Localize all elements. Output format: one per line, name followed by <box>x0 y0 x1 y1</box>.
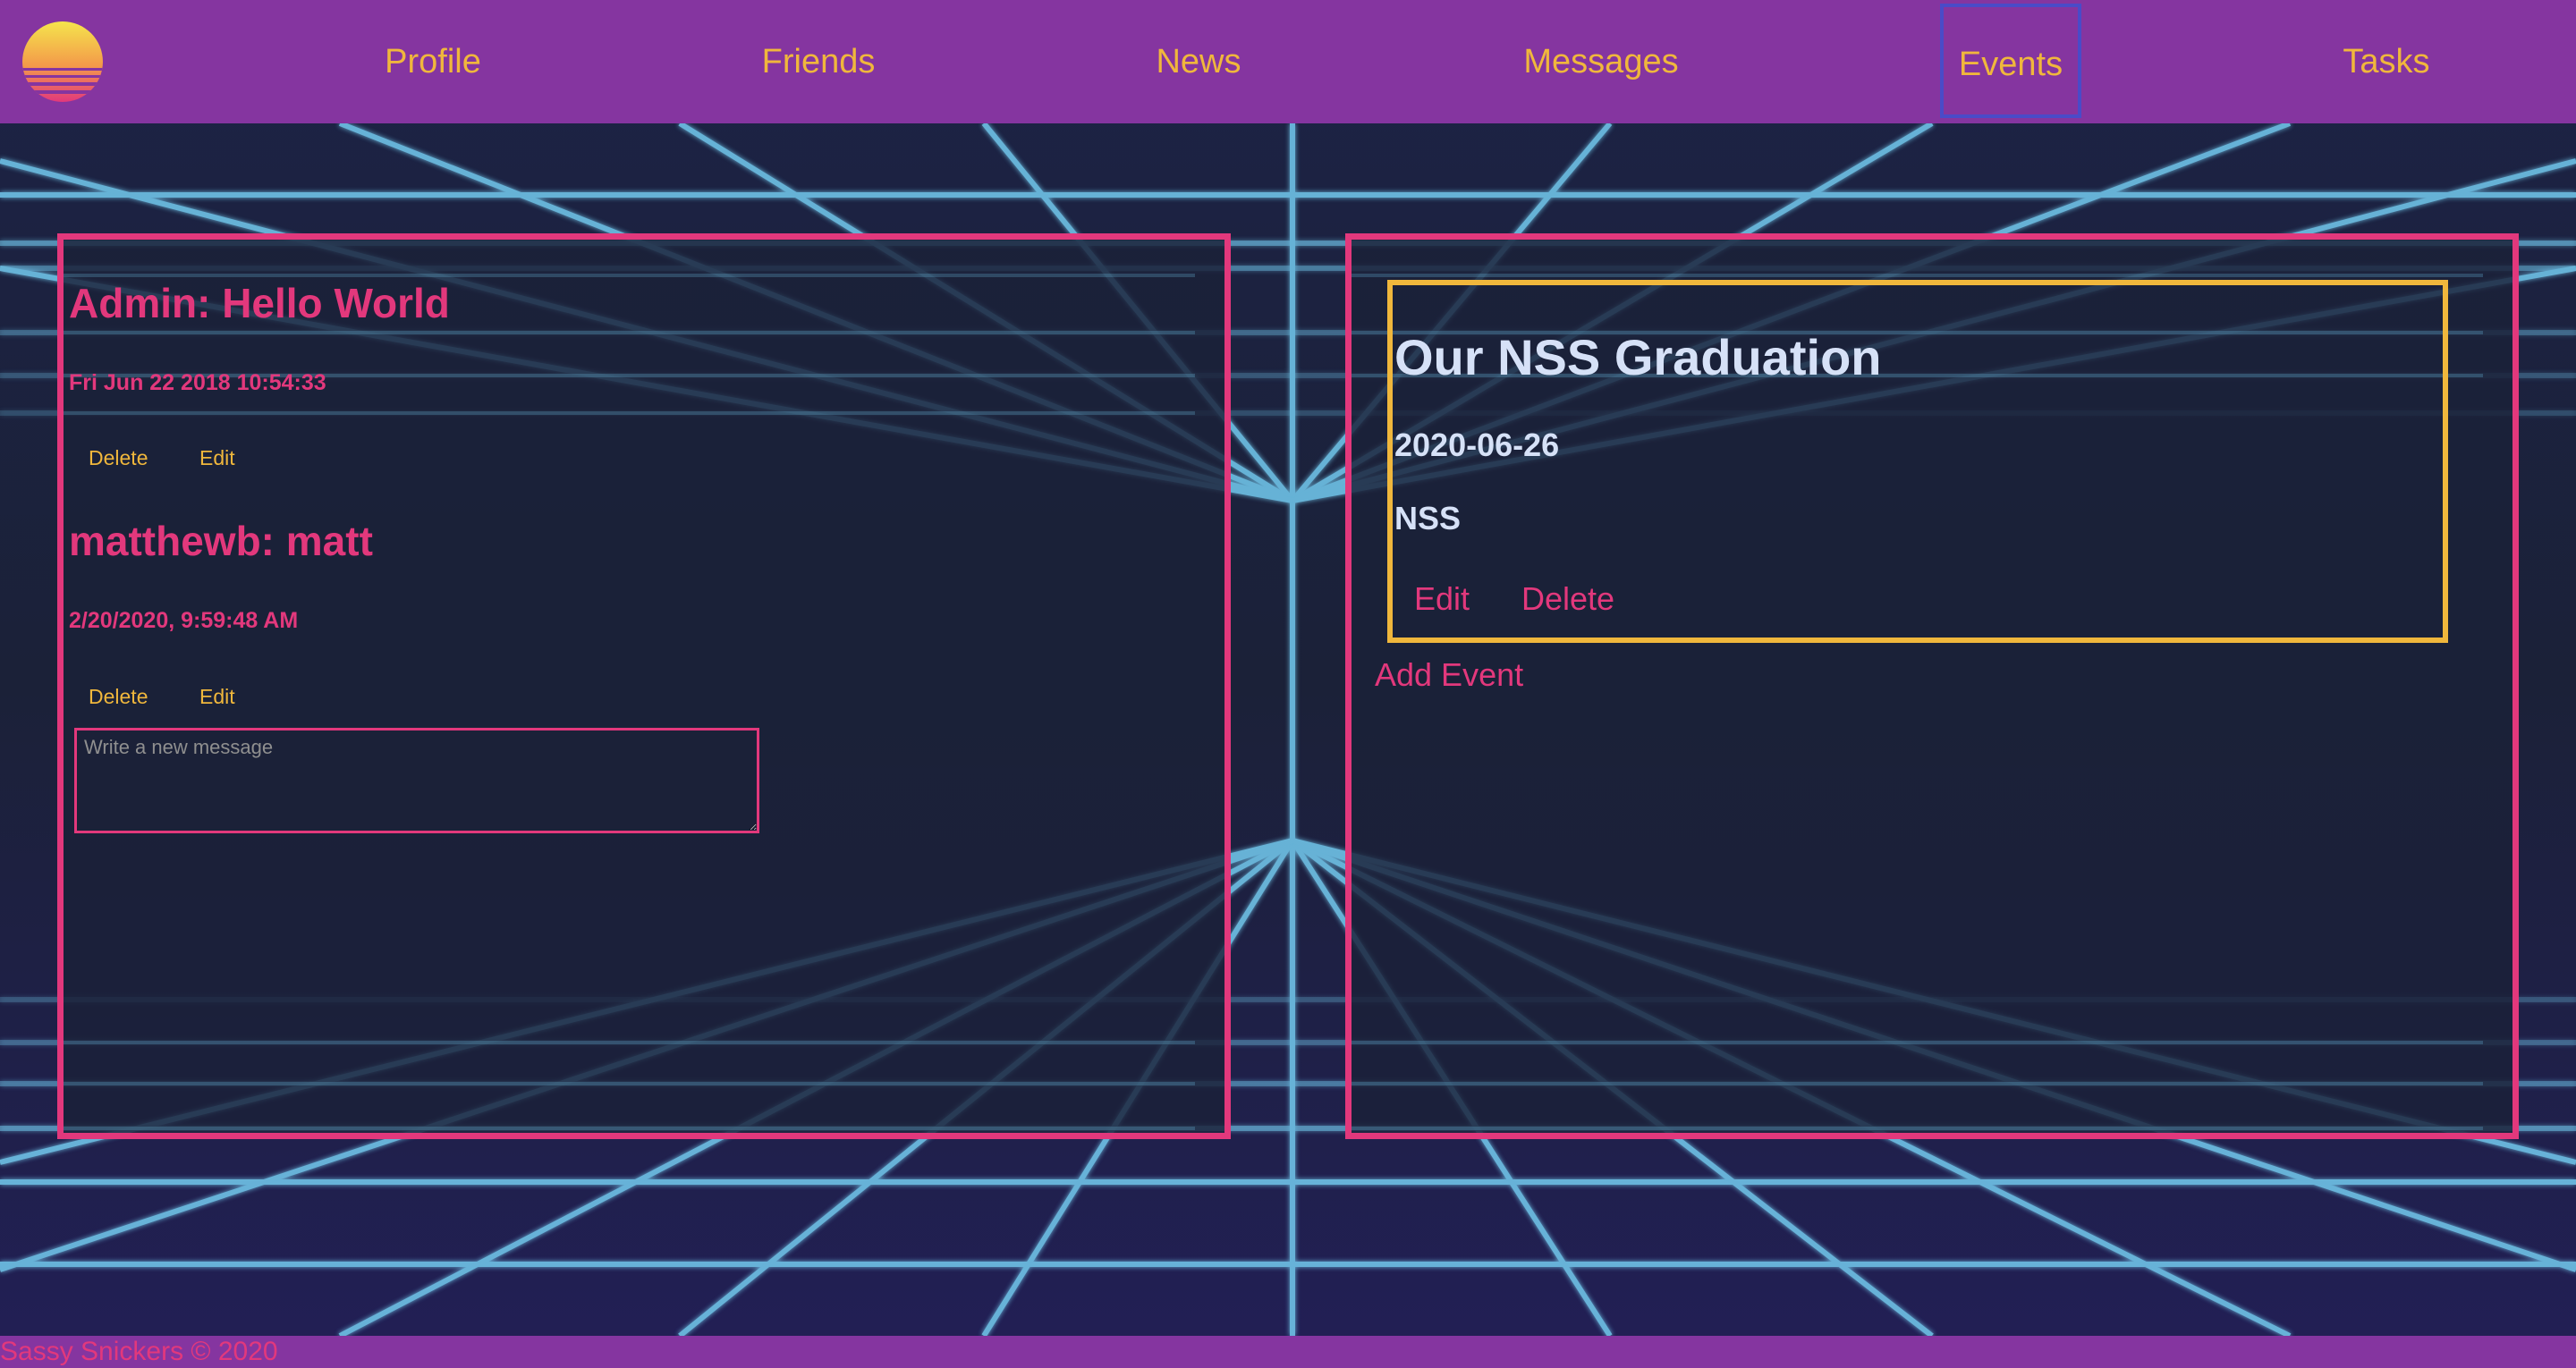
sunset-logo-icon[interactable] <box>20 21 106 102</box>
nav-item-friends[interactable]: Friends <box>742 0 894 123</box>
nav-item-events[interactable]: Events <box>1940 4 2081 118</box>
nav-item-messages[interactable]: Messages <box>1503 0 1699 123</box>
event-date: 2020-06-26 <box>1394 426 1560 463</box>
message-date: 2/20/2020, 9:59:48 AM <box>69 608 299 633</box>
event-location: NSS <box>1394 500 1462 536</box>
nav-item-tasks[interactable]: Tasks <box>2326 0 2447 123</box>
messages-panel: Admin: Hello World Fri Jun 22 2018 10:54… <box>57 233 1231 1139</box>
delete-message-button[interactable]: Delete <box>89 685 148 709</box>
delete-message-button[interactable]: Delete <box>89 446 148 470</box>
message-date: Fri Jun 22 2018 10:54:33 <box>69 370 326 395</box>
event-card: Our NSS Graduation 2020-06-26 NSS Edit D… <box>1387 280 2448 643</box>
edit-message-button[interactable]: Edit <box>199 446 235 470</box>
message-title: Admin: Hello World <box>69 280 450 326</box>
page: Profile Friends News Messages Events Tas… <box>0 0 2576 1368</box>
footer: Sassy Snickers © 2020 <box>0 1336 2576 1368</box>
edit-event-button[interactable]: Edit <box>1414 580 1470 618</box>
message-title: matthewb: matt <box>69 518 373 564</box>
nav-item-news[interactable]: News <box>1136 0 1261 123</box>
delete-event-button[interactable]: Delete <box>1521 580 1614 618</box>
navbar: Profile Friends News Messages Events Tas… <box>0 0 2576 123</box>
events-panel: Our NSS Graduation 2020-06-26 NSS Edit D… <box>1345 233 2519 1139</box>
add-event-button[interactable]: Add Event <box>1375 656 1523 694</box>
event-title: Our NSS Graduation <box>1394 329 1882 385</box>
new-message-input[interactable] <box>74 728 759 833</box>
edit-message-button[interactable]: Edit <box>199 685 235 709</box>
nav-item-profile[interactable]: Profile <box>361 0 504 123</box>
footer-copyright: Sassy Snickers © 2020 <box>0 1337 278 1366</box>
